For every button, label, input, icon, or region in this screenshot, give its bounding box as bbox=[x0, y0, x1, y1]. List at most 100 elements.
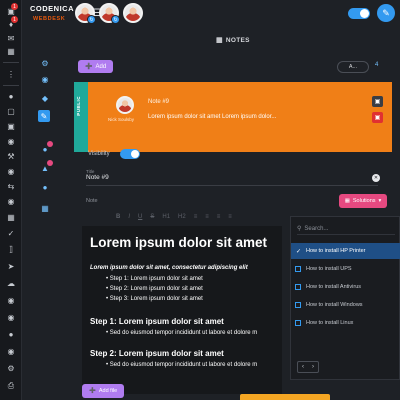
note-editor[interactable]: Lorem ipsum dolor sit amet Lorem ipsum d… bbox=[82, 226, 282, 394]
visibility-label: Visibility bbox=[88, 151, 110, 157]
cloud-icon[interactable]: ☁ bbox=[6, 279, 16, 289]
note-icon[interactable]: ✎ bbox=[38, 110, 50, 122]
clear-icon[interactable]: ✕ bbox=[372, 174, 380, 182]
swap-icon[interactable]: ⇆ bbox=[6, 182, 16, 192]
notification-badge: 1 bbox=[11, 3, 18, 10]
add-file-button[interactable]: ➕ Add file bbox=[82, 384, 125, 398]
visibility-toggle[interactable] bbox=[120, 149, 140, 159]
book-icon: ▦ bbox=[344, 198, 350, 204]
main-content: ▦ NOTES ➕ Add A... 4 PUBLIC Nick Soulsby N… bbox=[68, 28, 400, 400]
checkbox-icon bbox=[295, 320, 301, 326]
brand[interactable]: CODENICA WEBDESK bbox=[30, 4, 74, 22]
bullet-list-button[interactable]: ≡ bbox=[205, 214, 209, 220]
rail-divider bbox=[3, 62, 19, 63]
target-icon[interactable]: ◉ bbox=[6, 137, 16, 147]
sync-icon: ↻ bbox=[87, 15, 96, 24]
theme-toggle[interactable] bbox=[348, 8, 370, 19]
avatar[interactable]: ↻ bbox=[75, 3, 96, 24]
card-visibility-label: PUBLIC bbox=[76, 96, 81, 116]
editor-toolbar: B I U S H1 H2 ≡ ≡ ≡ ≡ bbox=[116, 214, 240, 220]
editor-section-title: Step 1: Lorem ipsum dolor sit amet bbox=[90, 317, 224, 326]
search-icon: ⚲ bbox=[297, 226, 302, 232]
avatar[interactable] bbox=[123, 3, 143, 23]
dropdown-option[interactable]: How to install Antivirus bbox=[291, 279, 400, 295]
settings-icon[interactable]: ⚙ bbox=[40, 58, 50, 68]
dropdown-option[interactable]: ✓ How to install HP Printer bbox=[291, 243, 400, 259]
rail-divider bbox=[3, 85, 19, 86]
editor-heading: Lorem ipsum dolor sit amet bbox=[90, 235, 268, 250]
book-icon[interactable]: ▦ bbox=[40, 203, 50, 213]
chat-icon[interactable]: ◉ bbox=[6, 296, 16, 306]
sort-dropdown[interactable]: A... bbox=[337, 61, 369, 73]
solutions-dropdown: ⚲ Search... ✓ How to install HP Printer Ho… bbox=[290, 216, 400, 380]
check-icon[interactable]: ✓ bbox=[6, 229, 16, 239]
card-lock-icon[interactable]: ▣ bbox=[372, 96, 383, 107]
pager[interactable]: ‹ › bbox=[297, 361, 319, 373]
ordered-list-button[interactable]: ≡ bbox=[194, 214, 198, 220]
title-field[interactable]: Note #9 bbox=[86, 174, 378, 186]
solutions-button[interactable]: ▦ Solutions ▾ bbox=[339, 194, 387, 208]
tools-icon[interactable]: ⚒ bbox=[6, 152, 16, 162]
outdent-button[interactable]: ≡ bbox=[228, 214, 232, 220]
indent-button[interactable]: ≡ bbox=[217, 214, 221, 220]
list-item: • Sed do eiusmod tempor incididunt ut la… bbox=[106, 362, 258, 368]
calendar-icon[interactable]: ▦ bbox=[6, 47, 16, 57]
plus-icon: ➕ bbox=[85, 64, 93, 70]
more-icon[interactable]: ⋮ bbox=[6, 70, 16, 80]
mail-icon[interactable]: ✉ bbox=[6, 34, 16, 44]
checkbox-icon bbox=[295, 266, 301, 272]
note-icon: ▦ bbox=[216, 37, 223, 44]
italic-button[interactable]: I bbox=[128, 214, 130, 220]
plus-icon: ➕ bbox=[89, 388, 96, 394]
dropdown-option[interactable]: How to install Windows bbox=[291, 297, 400, 313]
rocket-icon[interactable]: ➤ bbox=[6, 262, 16, 272]
note-card[interactable]: PUBLIC Nick Soulsby Note #9 Lorem ipsum … bbox=[74, 82, 392, 152]
brush-icon[interactable]: ✎ bbox=[377, 4, 395, 22]
check-icon: ✓ bbox=[295, 248, 302, 255]
folder-icon[interactable]: ▢ bbox=[6, 107, 16, 117]
add-button[interactable]: ➕ Add bbox=[78, 60, 114, 73]
page-title-text: NOTES bbox=[225, 37, 250, 44]
notes-sidebar: ⚙ ◉ ◆ ✎ ● ▲ ● ▦ bbox=[22, 28, 68, 400]
strike-button[interactable]: S bbox=[150, 214, 154, 220]
info-icon[interactable]: ◉ bbox=[40, 74, 50, 84]
share-icon[interactable]: ◆ bbox=[40, 93, 50, 103]
printer-icon[interactable]: ⎙ bbox=[6, 381, 16, 391]
eye-icon[interactable]: ◉ bbox=[6, 167, 16, 177]
settings-icon[interactable]: ⚙ bbox=[6, 364, 16, 374]
underline-button[interactable]: U bbox=[138, 214, 142, 220]
cart-icon[interactable]: ▣ bbox=[6, 122, 16, 132]
brand-subtitle: WEBDESK bbox=[33, 16, 66, 22]
h1-button[interactable]: H1 bbox=[162, 214, 170, 220]
globe-icon[interactable]: ◉ bbox=[6, 197, 16, 207]
sync-icon: ↻ bbox=[111, 15, 120, 24]
search-input[interactable]: ⚲ Search... bbox=[297, 223, 395, 235]
globe-icon[interactable]: ◉ bbox=[6, 347, 16, 357]
user-icon[interactable]: ● bbox=[6, 330, 16, 340]
bold-button[interactable]: B bbox=[116, 214, 120, 220]
dropdown-option[interactable]: How to install UPS bbox=[291, 261, 400, 277]
dropdown-option[interactable]: How to install Linux bbox=[291, 315, 400, 331]
pin-icon[interactable]: ● bbox=[40, 182, 50, 192]
list-item: • Sed do eiusmod tempor incididunt ut la… bbox=[106, 330, 258, 336]
checkbox-icon bbox=[295, 302, 301, 308]
list-item: • Step 2: Lorem ipsum dolor sit amet bbox=[106, 286, 203, 292]
save-button[interactable] bbox=[240, 394, 330, 400]
chart-icon[interactable]: ▦ bbox=[6, 213, 16, 223]
list-item: • Step 3: Lorem ipsum dolor sit amet bbox=[106, 296, 203, 302]
count-indicator[interactable]: 4 bbox=[375, 62, 378, 68]
sort-label: A... bbox=[348, 64, 358, 70]
top-header: CODENICA WEBDESK ☰ ↻ ↻ ✎ bbox=[22, 0, 400, 28]
search-placeholder: Search... bbox=[304, 225, 329, 232]
card-delete-icon[interactable]: ▣ bbox=[372, 112, 383, 123]
prev-icon[interactable]: ‹ bbox=[302, 364, 304, 370]
user-icon[interactable]: ● bbox=[6, 92, 16, 102]
status-badge bbox=[47, 160, 53, 166]
avatar[interactable]: ↻ bbox=[99, 3, 120, 24]
app-root: ▣ 1 ♦ 1 ✉ ▦ ⋮ ● ▢ ▣ ◉ ⚒ ◉ ⇆ ◉ ▦ ✓ ⟧ ➤ ☁ … bbox=[0, 0, 400, 400]
code-icon[interactable]: ⟧ bbox=[6, 245, 16, 255]
next-icon[interactable]: › bbox=[312, 364, 314, 370]
note-label: Note bbox=[86, 198, 98, 204]
chat-icon[interactable]: ◉ bbox=[6, 313, 16, 323]
h2-button[interactable]: H2 bbox=[178, 214, 186, 220]
